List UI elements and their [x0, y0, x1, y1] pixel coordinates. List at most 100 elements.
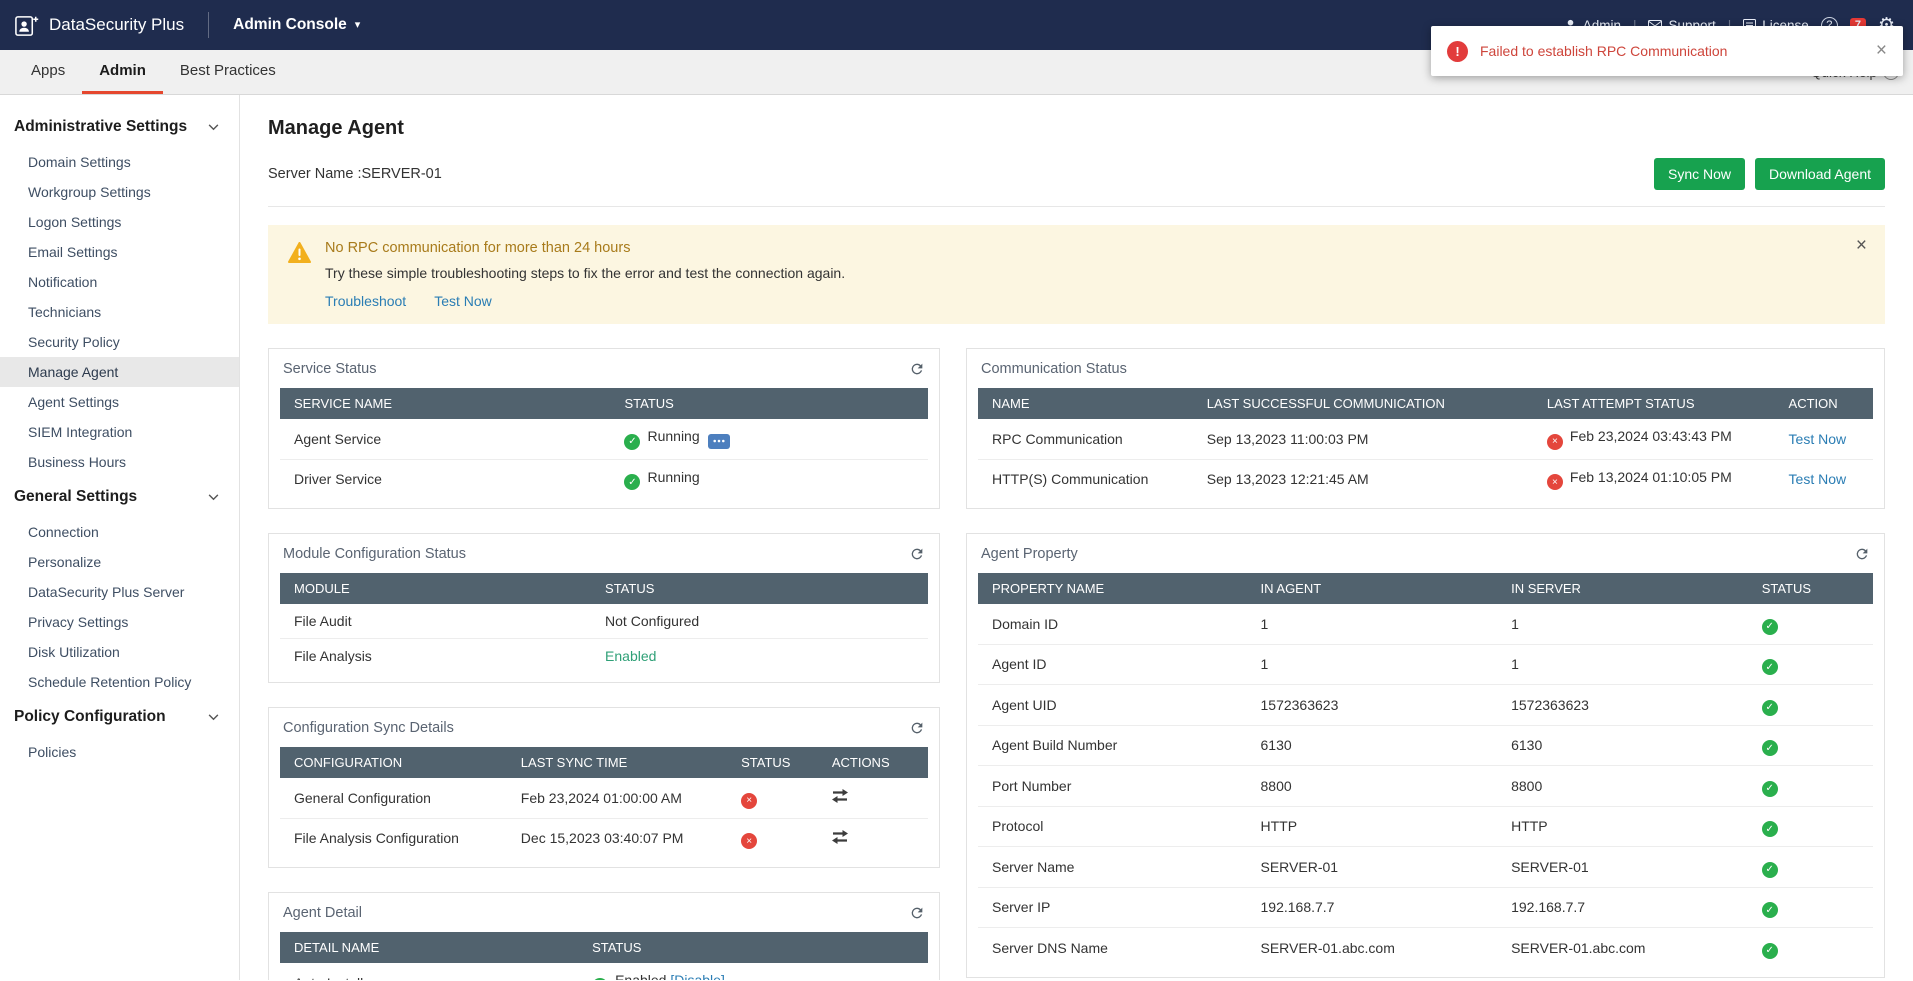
sidebar-item-business-hours[interactable]: Business Hours: [0, 447, 239, 477]
last-attempt-cell: × Feb 13,2024 01:10:05 PM: [1533, 459, 1775, 499]
sidebar-item-security-policy[interactable]: Security Policy: [0, 327, 239, 357]
table-row: Domain ID 1 1 ✓: [978, 604, 1873, 645]
in-agent-cell: SERVER-01.abc.com: [1260, 939, 1395, 956]
in-agent-cell: 1: [1246, 644, 1498, 685]
sidebar-item-workgroup-settings[interactable]: Workgroup Settings: [0, 177, 239, 207]
sidebar-item-domain-settings[interactable]: Domain Settings: [0, 147, 239, 177]
in-agent-cell: 192.168.7.7: [1246, 887, 1498, 928]
banner-close-icon[interactable]: ×: [1856, 235, 1867, 257]
refresh-icon[interactable]: [909, 361, 925, 377]
table-row: Protocol HTTP HTTP ✓: [978, 806, 1873, 847]
sidebar-item-manage-agent[interactable]: Manage Agent: [0, 357, 239, 387]
sidebar-section-general-settings[interactable]: General Settings: [0, 477, 239, 517]
in-server-cell: 1572363623: [1497, 684, 1748, 726]
refresh-icon[interactable]: [909, 546, 925, 562]
comm-name-cell: RPC Communication: [978, 419, 1193, 460]
disable-link[interactable]: [Disable]: [670, 972, 724, 980]
brand[interactable]: DataSecurity Plus: [14, 13, 184, 38]
module-status-cell: Not Configured: [591, 604, 928, 639]
sync-now-button[interactable]: Sync Now: [1654, 158, 1746, 190]
right-column: Communication Status NAME LAST SUCCESSFU…: [966, 348, 1885, 978]
refresh-icon[interactable]: [909, 720, 925, 736]
sidebar: Administrative Settings Domain Settings …: [0, 95, 240, 980]
column-header: CONFIGURATION: [280, 747, 507, 778]
toast-close-icon[interactable]: ×: [1876, 40, 1887, 62]
banner-test-now-link[interactable]: Test Now: [434, 293, 492, 309]
success-icon: ✓: [1761, 821, 1778, 837]
sidebar-item-technicians[interactable]: Technicians: [0, 297, 239, 327]
sidebar-item-email-settings[interactable]: Email Settings: [0, 237, 239, 267]
service-status-cell: ✓ Running: [610, 459, 928, 499]
sidebar-item-agent-settings[interactable]: Agent Settings: [0, 387, 239, 417]
detail-name-cell: Auto Install: [280, 963, 578, 980]
main: Manage Agent Server Name :SERVER-01 Sync…: [240, 95, 1913, 980]
table-row: Port Number 8800 8800 ✓: [978, 765, 1873, 807]
sidebar-item-personalize[interactable]: Personalize: [0, 547, 239, 577]
sync-config-icon[interactable]: [831, 789, 848, 804]
page-title: Manage Agent: [268, 117, 404, 139]
tab-apps[interactable]: Apps: [14, 50, 82, 94]
success-icon: ✓: [1761, 902, 1778, 918]
more-options-icon[interactable]: [707, 433, 730, 449]
sidebar-item-connection[interactable]: Connection: [0, 517, 239, 547]
sync-config-icon[interactable]: [831, 829, 848, 844]
in-server-cell: 1: [1497, 604, 1748, 645]
sidebar-item-siem-integration[interactable]: SIEM Integration: [0, 417, 239, 447]
column-header: PROPERTY NAME: [978, 573, 1247, 604]
status-cell: ✓: [1747, 806, 1873, 847]
sidebar-section-administrative-settings[interactable]: Administrative Settings: [0, 107, 239, 147]
in-server-cell: 6130: [1497, 725, 1748, 766]
agent-detail-card: Agent Detail DETAIL NAME STATUS Enabled …: [268, 892, 940, 980]
property-name-cell: Port Number: [978, 765, 1247, 807]
server-name-label: Server Name :: [268, 166, 362, 182]
in-server-cell: SERVER-01.abc.com: [1511, 939, 1646, 956]
comm-name-cell: HTTP(S) Communication: [992, 471, 1149, 488]
section-title-label: General Settings: [14, 488, 138, 505]
status-cell: ×: [727, 778, 818, 819]
status-text: Enabled: [615, 972, 667, 980]
in-server-cell: 192.168.7.7: [1497, 887, 1748, 928]
refresh-icon[interactable]: [909, 905, 925, 921]
refresh-icon[interactable]: [1854, 546, 1870, 562]
test-now-link[interactable]: Test Now: [1789, 471, 1847, 487]
sidebar-section-policy-configuration[interactable]: Policy Configuration: [0, 697, 239, 737]
card-title: Module Configuration Status: [283, 546, 466, 562]
error-icon: ×: [1546, 474, 1563, 490]
module-configuration-card: Module Configuration Status MODULE STATU…: [268, 533, 940, 683]
error-toast: ! Failed to establish RPC Communication …: [1431, 26, 1903, 76]
last-success-cell: Sep 13,2023 12:21:45 AM: [1206, 471, 1369, 488]
agent-property-table: PROPERTY NAME IN AGENT IN SERVER STATUS …: [978, 573, 1873, 968]
tab-best-practices[interactable]: Best Practices: [163, 50, 293, 94]
communication-status-table: NAME LAST SUCCESSFUL COMMUNICATION LAST …: [978, 388, 1873, 499]
last-attempt-text: Feb 23,2024 03:43:43 PM: [1569, 428, 1732, 444]
tab-admin[interactable]: Admin: [82, 50, 163, 94]
troubleshoot-link[interactable]: Troubleshoot: [325, 293, 406, 309]
last-success-cell: Sep 13,2023 11:00:03 PM: [1192, 419, 1533, 460]
last-attempt-text: Feb 13,2024 01:10:05 PM: [1569, 468, 1732, 485]
sidebar-item-disk-utilization[interactable]: Disk Utilization: [0, 637, 239, 667]
table-row: HTTP(S) Communication Sep 13,2023 12:21:…: [978, 459, 1873, 499]
property-name-cell: Domain ID: [978, 604, 1247, 645]
column-header: IN AGENT: [1246, 573, 1498, 604]
test-now-link[interactable]: Test Now: [1789, 431, 1847, 447]
status-cell: ✓: [1747, 644, 1873, 685]
success-icon: ✓: [1761, 699, 1778, 716]
table-row: Agent Service ✓ Running: [280, 419, 928, 460]
sidebar-item-schedule-retention-policy[interactable]: Schedule Retention Policy: [0, 667, 239, 697]
sidebar-item-logon-settings[interactable]: Logon Settings: [0, 207, 239, 237]
configuration-sync-card: Configuration Sync Details CONFIGURATION…: [268, 707, 940, 868]
table-row: Agent UID 1572363623 1572363623 ✓: [978, 684, 1873, 726]
sidebar-item-notification[interactable]: Notification: [0, 267, 239, 297]
property-name-cell: Server Name: [978, 846, 1247, 888]
success-icon: ✓: [1761, 942, 1778, 959]
download-agent-button[interactable]: Download Agent: [1755, 158, 1885, 190]
sidebar-item-privacy-settings[interactable]: Privacy Settings: [0, 607, 239, 637]
status-cell: ✓: [1747, 604, 1873, 645]
communication-status-card: Communication Status NAME LAST SUCCESSFU…: [966, 348, 1885, 509]
sidebar-item-datasecurity-plus-server[interactable]: DataSecurity Plus Server: [0, 577, 239, 607]
section-title-label: Policy Configuration: [14, 708, 166, 725]
sidebar-item-policies[interactable]: Policies: [0, 737, 239, 767]
last-sync-cell: Feb 23,2024 01:00:00 AM: [506, 778, 728, 819]
console-switcher[interactable]: Admin Console ▾: [233, 16, 360, 34]
chevron-down-icon: ▾: [354, 18, 361, 31]
